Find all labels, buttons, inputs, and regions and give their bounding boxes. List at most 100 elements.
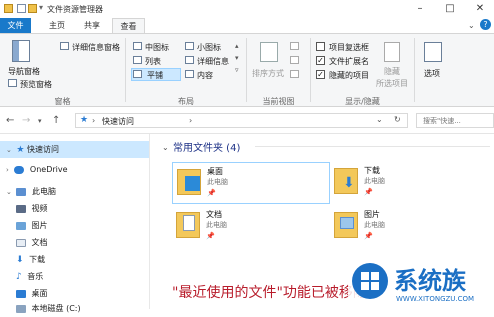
caption-overlay: "最近使用的文件"功能已被移除 xyxy=(172,285,367,301)
hidden-items-checkbox[interactable]: ✓ xyxy=(316,70,325,79)
section-divider xyxy=(255,146,490,147)
refresh-icon[interactable]: ↻ xyxy=(394,115,401,124)
medium-icons-icon xyxy=(133,42,142,50)
nav-downloads[interactable]: ⬇ 下载 xyxy=(16,251,45,268)
layout-tiles[interactable]: 平铺 xyxy=(147,70,163,81)
nav-videos[interactable]: 视频 xyxy=(16,200,48,217)
item-checkboxes-label: 项目复选框 xyxy=(329,43,369,52)
options-button[interactable]: 选项 xyxy=(424,68,440,79)
pin-icon: 📌 xyxy=(206,232,215,240)
nav-label: 图片 xyxy=(31,221,48,230)
folder-tile-documents[interactable]: 文档 此电脑 📌 xyxy=(172,206,328,246)
layout-content[interactable]: 内容 xyxy=(197,70,213,81)
content-icon xyxy=(185,70,194,78)
pin-icon: 📌 xyxy=(207,189,216,197)
layout-medium-icons[interactable]: 中图标 xyxy=(145,42,169,53)
folder-tile-desktop[interactable]: 桌面 此电脑 📌 xyxy=(172,162,330,204)
back-icon[interactable]: ← xyxy=(6,115,14,126)
close-button[interactable]: ✕ xyxy=(470,2,490,16)
current-view-group-label: 当前视图 xyxy=(262,97,295,106)
computer-icon xyxy=(16,187,27,196)
add-columns-icon[interactable] xyxy=(290,56,299,64)
hide-selected-line2[interactable]: 所选项目 xyxy=(376,78,408,89)
minimize-button[interactable]: – xyxy=(410,2,430,16)
forward-icon[interactable]: → xyxy=(22,115,30,126)
nav-documents[interactable]: 文档 xyxy=(16,234,48,251)
nav-this-pc[interactable]: ⌄ 此电脑 xyxy=(0,183,149,200)
new-folder-icon[interactable] xyxy=(28,4,37,13)
recent-locations-icon[interactable]: ▾ xyxy=(38,117,42,125)
breadcrumb-chevron-icon[interactable]: › xyxy=(92,116,95,125)
folder-icon xyxy=(176,212,200,238)
star-icon: ★ xyxy=(80,115,89,125)
folder-name: 图片 xyxy=(364,210,380,219)
sort-by-icon xyxy=(260,42,278,62)
folder-location: 此电脑 xyxy=(364,221,385,229)
music-icon: ♪ xyxy=(16,272,22,282)
address-input[interactable]: ★ › 快速访问 › ⌄ ↻ xyxy=(75,113,408,128)
folder-tile-downloads[interactable]: ⬇ 下载 此电脑 📌 xyxy=(330,162,486,202)
file-extensions-label: 文件扩展名 xyxy=(329,57,369,66)
expand-chevron-icon[interactable]: ⌄ xyxy=(6,146,12,154)
search-input[interactable]: 搜索"快速... xyxy=(416,113,494,128)
nav-music[interactable]: ♪ 音乐 xyxy=(16,268,43,285)
navigation-pane-button[interactable]: 导航窗格 xyxy=(8,66,40,77)
video-icon xyxy=(16,204,26,213)
layout-details[interactable]: 详细信息 xyxy=(197,56,229,67)
watermark-brand: 系统族 xyxy=(394,267,466,295)
nav-label: 文档 xyxy=(31,238,48,247)
layout-scroll-icon[interactable]: ▴ ▾ ▿ xyxy=(235,40,239,76)
tab-home[interactable]: 主页 xyxy=(43,18,71,33)
maximize-button[interactable]: □ xyxy=(440,2,460,16)
hidden-items-label: 隐藏的项目 xyxy=(329,71,369,80)
tab-view[interactable]: 查看 xyxy=(112,18,145,33)
file-extensions-checkbox[interactable]: ✓ xyxy=(316,56,325,65)
tab-file[interactable]: 文件 xyxy=(0,18,31,33)
nav-label: 音乐 xyxy=(27,272,44,281)
details-pane-button[interactable]: 详细信息窗格 xyxy=(72,42,120,53)
item-checkboxes-checkbox[interactable] xyxy=(316,42,325,51)
ribbon: 导航窗格 预览窗格 详细信息窗格 窗格 中图标 小图标 列表 详细信息 平铺 内… xyxy=(0,33,494,107)
tab-share[interactable]: 共享 xyxy=(78,18,106,33)
nav-pictures[interactable]: 图片 xyxy=(16,217,48,234)
breadcrumb-quick-access[interactable]: 快速访问 xyxy=(102,116,134,127)
nav-quick-access[interactable]: ⌄ ★ 快速访问 xyxy=(0,141,149,158)
watermark-url: WWW.XITONGZU.COM xyxy=(396,295,475,303)
details-pane-icon xyxy=(60,42,69,50)
address-bar: ← → ▾ ↑ ★ › 快速访问 › ⌄ ↻ 搜索"快速... xyxy=(0,107,494,134)
help-icon[interactable]: ? xyxy=(480,19,491,30)
preview-pane-icon xyxy=(8,79,17,87)
hide-selected-line1[interactable]: 隐藏 xyxy=(384,66,400,77)
preview-pane-button[interactable]: 预览窗格 xyxy=(20,79,52,90)
ribbon-collapse-icon[interactable]: ⌄ xyxy=(468,21,475,30)
expand-chevron-icon[interactable]: ⌄ xyxy=(6,188,12,196)
star-icon: ★ xyxy=(16,145,25,155)
layout-small-icons[interactable]: 小图标 xyxy=(197,42,221,53)
document-icon xyxy=(16,238,26,247)
watermark: 系统族 WWW.XITONGZU.COM xyxy=(348,257,494,309)
size-columns-icon[interactable] xyxy=(290,70,299,78)
title-bar: ▾ 文件资源管理器 – □ ✕ xyxy=(0,0,494,18)
options-icon xyxy=(424,42,442,62)
cloud-icon xyxy=(14,165,25,174)
folder-location: 此电脑 xyxy=(364,177,385,185)
details-icon xyxy=(185,56,194,64)
expand-chevron-icon[interactable]: › xyxy=(6,166,9,174)
qa-dropdown-icon[interactable]: ▾ xyxy=(39,3,43,12)
pin-icon: 📌 xyxy=(364,232,373,240)
up-icon[interactable]: ↑ xyxy=(52,115,60,126)
section-collapse-icon[interactable]: ⌄ xyxy=(162,143,169,152)
properties-icon[interactable] xyxy=(17,4,26,13)
sort-by-button[interactable]: 排序方式 xyxy=(252,68,284,79)
small-icons-icon xyxy=(185,42,194,50)
breadcrumb-chevron-icon[interactable]: › xyxy=(189,116,192,125)
address-dropdown-icon[interactable]: ⌄ xyxy=(376,115,383,124)
pin-icon: 📌 xyxy=(364,188,373,196)
search-placeholder: 搜索"快速... xyxy=(423,117,461,125)
nav-onedrive[interactable]: › OneDrive xyxy=(0,161,149,178)
folder-app-icon xyxy=(4,4,13,13)
hide-selected-icon xyxy=(384,42,400,62)
layout-list[interactable]: 列表 xyxy=(145,56,161,67)
folder-tile-pictures[interactable]: 图片 此电脑 📌 xyxy=(330,206,486,246)
group-by-icon[interactable] xyxy=(290,42,299,50)
